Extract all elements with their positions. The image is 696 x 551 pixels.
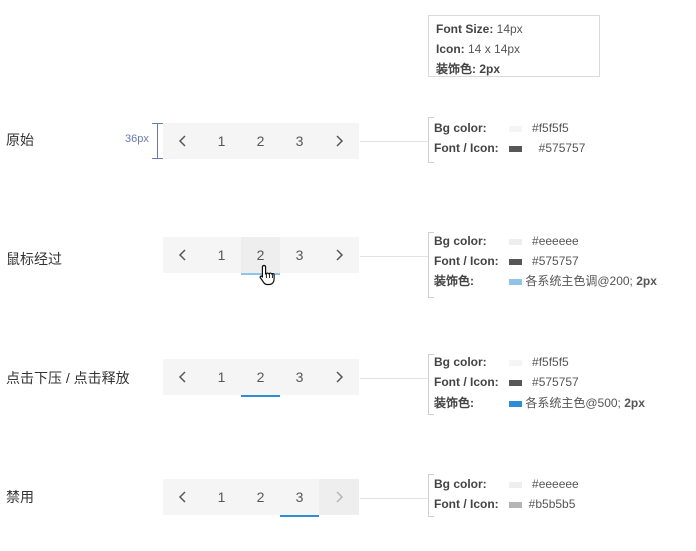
info-bg-color: Bg color: #eeeeee bbox=[434, 477, 579, 491]
prev-page-button[interactable] bbox=[163, 123, 202, 159]
page-button-3[interactable]: 3 bbox=[280, 237, 319, 273]
page-button-2[interactable]: 2 bbox=[241, 479, 280, 515]
hand-pointer-icon bbox=[259, 264, 275, 286]
color-swatch bbox=[509, 481, 522, 488]
info-font-color: Font / Icon: #575757 bbox=[434, 375, 579, 389]
state-label-pressed: 点击下压 / 点击释放 bbox=[6, 370, 130, 386]
next-page-button[interactable] bbox=[319, 237, 359, 273]
connector-line bbox=[360, 498, 428, 499]
info-decoration-color: 装饰色: 各系统主色@500; 2px bbox=[434, 396, 645, 410]
height-measure-bottom-tick bbox=[152, 158, 163, 159]
spec-icon-size: Icon: 14 x 14px bbox=[436, 42, 521, 56]
connector-line bbox=[360, 378, 428, 379]
page-button-3[interactable]: 3 bbox=[280, 123, 319, 159]
spec-box: Font Size: 14px Icon: 14 x 14px 装饰色: 2px bbox=[428, 15, 600, 77]
pagination-default: 1 2 3 bbox=[163, 123, 359, 159]
state-label-hover: 鼠标经过 bbox=[6, 251, 62, 267]
chevron-right-icon bbox=[336, 371, 344, 383]
spec-decoration: 装饰色: 2px bbox=[436, 62, 501, 76]
next-page-button-disabled bbox=[319, 479, 359, 515]
pagination-disabled: 1 2 3 bbox=[163, 479, 359, 517]
info-font-color: Font / Icon: #575757 bbox=[434, 254, 579, 268]
prev-page-button[interactable] bbox=[163, 237, 202, 273]
connector-line bbox=[360, 256, 428, 257]
color-swatch bbox=[509, 258, 522, 265]
active-underline bbox=[241, 395, 280, 397]
info-bg-color: Bg color: #f5f5f5 bbox=[434, 355, 569, 369]
connector-line bbox=[360, 141, 428, 142]
page-button-1[interactable]: 1 bbox=[202, 237, 241, 273]
state-label-default: 原始 bbox=[6, 132, 34, 148]
page-number: 2 bbox=[256, 369, 265, 385]
height-measure-label: 36px bbox=[125, 133, 149, 145]
state-label-disabled: 禁用 bbox=[6, 489, 34, 505]
color-swatch bbox=[509, 379, 522, 386]
info-bg-color: Bg color: #f5f5f5 bbox=[434, 121, 569, 135]
color-swatch bbox=[509, 501, 522, 508]
next-page-button[interactable] bbox=[319, 123, 359, 159]
color-swatch bbox=[509, 145, 522, 152]
info-font-color: Font / Icon: #b5b5b5 bbox=[434, 497, 576, 511]
chevron-right-icon bbox=[336, 491, 344, 503]
height-measure-top-tick bbox=[152, 123, 163, 124]
chevron-left-icon bbox=[178, 491, 186, 503]
chevron-left-icon bbox=[178, 249, 186, 261]
chevron-right-icon bbox=[336, 249, 344, 261]
chevron-left-icon bbox=[178, 135, 186, 147]
color-swatch bbox=[509, 278, 522, 285]
chevron-left-icon bbox=[178, 371, 186, 383]
chevron-right-icon bbox=[336, 135, 344, 147]
page-button-2[interactable]: 2 bbox=[241, 123, 280, 159]
info-decoration-color: 装饰色: 各系统主色调@200; 2px bbox=[434, 274, 657, 288]
next-page-button[interactable] bbox=[319, 359, 359, 395]
info-bg-color: Bg color: #eeeeee bbox=[434, 234, 579, 248]
prev-page-button[interactable] bbox=[163, 359, 202, 395]
color-swatch bbox=[509, 238, 522, 245]
page-button-1[interactable]: 1 bbox=[202, 123, 241, 159]
height-measure-line bbox=[157, 123, 158, 159]
info-font-color: Font / Icon: #575757 bbox=[434, 141, 586, 155]
page-number: 3 bbox=[295, 489, 304, 505]
page-button-3[interactable]: 3 bbox=[280, 359, 319, 395]
pagination-pressed: 1 2 3 bbox=[163, 359, 359, 397]
color-swatch bbox=[509, 125, 522, 132]
page-button-3-active[interactable]: 3 bbox=[280, 479, 319, 517]
color-swatch bbox=[509, 359, 522, 366]
spec-font-size: Font Size: 14px bbox=[436, 22, 523, 36]
prev-page-button[interactable] bbox=[163, 479, 202, 515]
page-button-1[interactable]: 1 bbox=[202, 359, 241, 395]
page-button-1[interactable]: 1 bbox=[202, 479, 241, 515]
page-number: 2 bbox=[256, 247, 265, 263]
page-button-2-active[interactable]: 2 bbox=[241, 359, 280, 397]
active-underline bbox=[280, 515, 319, 517]
color-swatch bbox=[509, 400, 522, 407]
